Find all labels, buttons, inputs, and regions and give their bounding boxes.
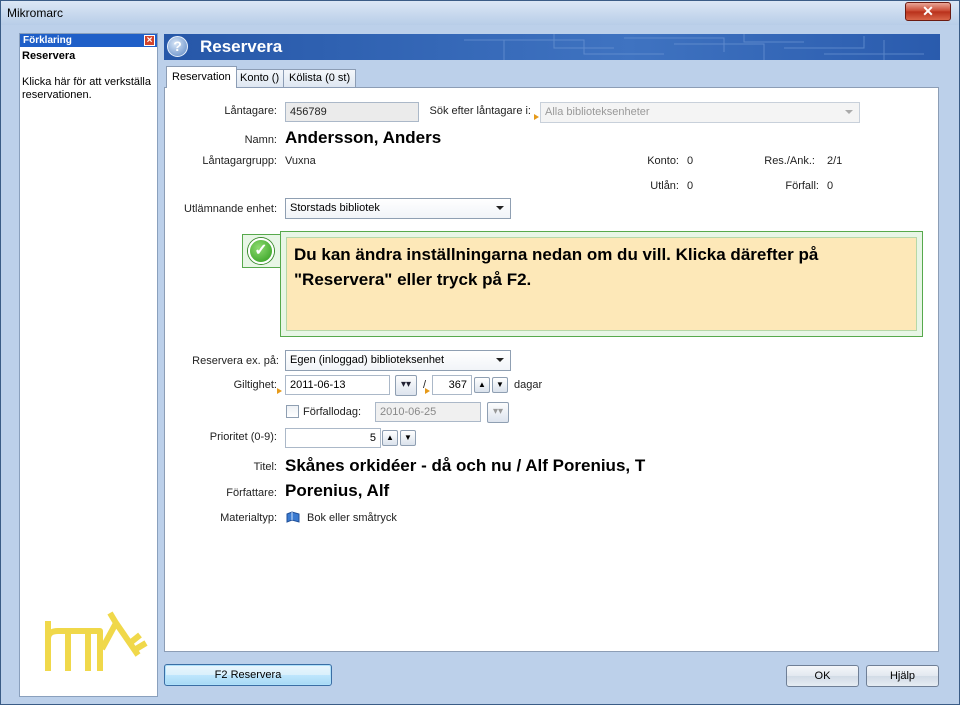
- required-marker: [425, 388, 430, 394]
- unit-select[interactable]: Storstads bibliotek: [285, 198, 511, 219]
- resank-label: Res./Ank.:: [764, 155, 815, 167]
- info-message-box: Du kan ändra inställningarna nedan om du…: [280, 231, 923, 337]
- search-in-label: Sök efter låntagare i:: [429, 105, 531, 117]
- logo-icon: [45, 611, 148, 671]
- title-bar: Mikromarc ✕: [1, 1, 959, 25]
- spin-down-icon[interactable]: ▼: [400, 430, 416, 446]
- author-label: Författare:: [226, 487, 277, 499]
- title-label: Titel:: [253, 461, 277, 473]
- validity-days-input[interactable]: 367: [432, 375, 472, 395]
- required-marker: [277, 388, 282, 394]
- utlan-label: Utlån:: [650, 180, 679, 192]
- chevron-down-icon: [496, 358, 504, 362]
- group-value: Vuxna: [285, 155, 316, 167]
- page-header: ? Reservera: [164, 34, 940, 60]
- check-icon: ✓: [248, 238, 274, 264]
- material-value: Bok eller småtryck: [307, 512, 397, 524]
- konto-label: Konto:: [647, 155, 679, 167]
- explanation-panel: Förklaring × Reservera Klicka här för at…: [19, 33, 158, 697]
- priority-label: Prioritet (0-9):: [209, 431, 277, 443]
- konto-value: 0: [687, 155, 694, 167]
- dueday-input[interactable]: 2010-06-25: [375, 402, 481, 422]
- search-unit-value: Alla biblioteksenheter: [545, 106, 650, 118]
- validity-label: Giltighet:: [233, 379, 277, 391]
- close-icon[interactable]: ×: [144, 35, 155, 46]
- search-unit-select[interactable]: Alla biblioteksenheter: [540, 102, 860, 123]
- borrower-label: Låntagare:: [224, 105, 277, 117]
- info-message-inner: Du kan ändra inställningarna nedan om du…: [286, 237, 917, 331]
- name-label: Namn:: [244, 134, 277, 146]
- unit-label: Utlämnande enhet:: [184, 203, 277, 215]
- tab-reservation[interactable]: Reservation: [166, 66, 237, 88]
- reserve-button[interactable]: F2 Reservera: [164, 664, 332, 686]
- help-button[interactable]: Hjälp: [866, 665, 939, 687]
- explanation-header-label: Förklaring: [23, 35, 72, 46]
- dueday-checkbox[interactable]: [286, 405, 299, 418]
- window-title: Mikromarc: [7, 6, 63, 20]
- spin-up-icon[interactable]: ▲: [474, 377, 490, 393]
- explanation-text: Klicka här för att verkställa reservatio…: [22, 76, 151, 101]
- validity-date-input[interactable]: 2011-06-13: [285, 375, 390, 395]
- chevron-down-icon: [496, 206, 504, 210]
- tab-kolista[interactable]: Kölista (0 st): [283, 69, 357, 88]
- page-title: Reservera: [200, 37, 283, 56]
- main-window: Mikromarc ✕ Förklaring × Reservera Klick…: [0, 0, 960, 705]
- spin-up-icon[interactable]: ▲: [382, 430, 398, 446]
- unit-value: Storstads bibliotek: [290, 202, 380, 214]
- reserve-on-label: Reservera ex. på:: [192, 355, 279, 367]
- dueday-label: Förfallodag:: [303, 406, 362, 418]
- reservation-panel: [164, 87, 939, 652]
- days-label: dagar: [514, 379, 543, 391]
- item-author: Porenius, Alf: [285, 481, 390, 500]
- material-label: Materialtyp:: [220, 512, 277, 524]
- dueday-picker-button[interactable]: ▾▾: [487, 402, 509, 423]
- borrower-name: Andersson, Anders: [285, 128, 442, 147]
- required-marker: [534, 114, 539, 120]
- priority-input[interactable]: 5: [285, 428, 381, 448]
- date-picker-button[interactable]: ▾▾: [395, 375, 417, 396]
- forfall-label: Förfall:: [785, 180, 819, 192]
- header-decoration: [464, 34, 924, 60]
- utlan-value: 0: [687, 180, 694, 192]
- borrower-input[interactable]: 456789: [285, 102, 419, 122]
- help-icon[interactable]: ?: [167, 36, 188, 57]
- window-close-button[interactable]: ✕: [905, 2, 951, 21]
- reserve-on-select[interactable]: Egen (inloggad) biblioteksenhet: [285, 350, 511, 371]
- item-title: Skånes orkidéer - då och nu / Alf Poreni…: [285, 456, 646, 475]
- info-message: Du kan ändra inställningarna nedan om du…: [294, 245, 819, 289]
- forfall-value: 0: [827, 180, 834, 192]
- group-label: Låntagargrupp:: [202, 155, 277, 167]
- explanation-title: Reservera: [22, 50, 76, 62]
- info-icon-tab: ✓: [242, 234, 280, 268]
- resank-value: 2/1: [827, 155, 843, 167]
- reserve-on-value: Egen (inloggad) biblioteksenhet: [290, 354, 445, 366]
- explanation-header: Förklaring ×: [20, 34, 157, 47]
- book-icon: [286, 511, 300, 523]
- chevron-down-icon: [845, 110, 853, 114]
- tab-konto[interactable]: Konto (): [234, 69, 286, 88]
- spin-down-icon[interactable]: ▼: [492, 377, 508, 393]
- ok-button[interactable]: OK: [786, 665, 859, 687]
